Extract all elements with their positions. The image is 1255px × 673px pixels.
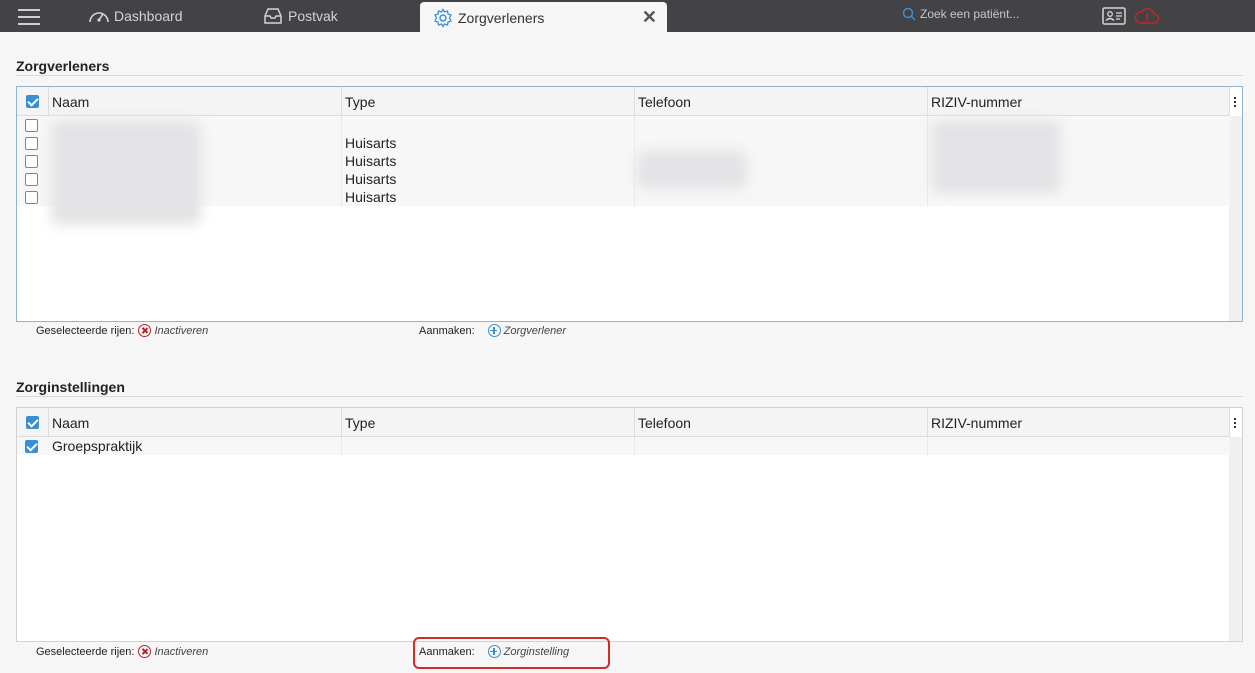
gear-icon [434, 7, 452, 28]
grid-header: Naam Type Telefoon RIZIV-nummer [17, 408, 1230, 437]
row-checkbox[interactable] [25, 190, 38, 204]
tab-dashboard[interactable]: Dashboard [88, 0, 183, 32]
zorginstellingen-footer: Geselecteerde rijen: Inactiveren [36, 645, 208, 658]
column-header-telefoon[interactable]: Telefoon [635, 408, 928, 437]
select-all-cell [17, 87, 49, 116]
column-menu-icon[interactable] [1228, 408, 1242, 437]
row-checkbox[interactable] [25, 118, 38, 132]
row-checkbox[interactable] [25, 136, 38, 150]
table-row[interactable]: Groepspraktijk [17, 437, 1230, 455]
cell-type: Huisarts [342, 170, 635, 188]
hamburger-menu-icon[interactable] [18, 6, 40, 26]
close-icon[interactable]: ✕ [642, 7, 657, 27]
column-header-naam[interactable]: Naam [49, 87, 342, 116]
redacted-phone [637, 151, 747, 189]
column-header-riziv[interactable]: RIZIV-nummer [928, 87, 1230, 116]
cell-telefoon [635, 116, 928, 134]
column-header-type[interactable]: Type [342, 408, 635, 437]
zorgverleners-grid: Naam Type Telefoon RIZIV-nummer Huisarts… [16, 86, 1243, 322]
redacted-riziv [931, 121, 1061, 193]
zorgverleners-create-group: Aanmaken: Zorgverlener [419, 324, 566, 337]
cell-telefoon [635, 437, 928, 455]
redacted-names [51, 121, 201, 225]
deactivate-button[interactable]: Inactiveren [138, 645, 208, 658]
tab-zorgverleners[interactable]: Zorgverleners ✕ [420, 2, 667, 33]
scrollbar[interactable] [1229, 437, 1242, 641]
select-all-checkbox[interactable] [26, 416, 39, 429]
deactivate-button[interactable]: Inactiveren [138, 324, 208, 337]
cell-telefoon [635, 188, 928, 206]
zorginstellingen-grid: Naam Type Telefoon RIZIV-nummer Groepspr… [16, 407, 1243, 642]
tab-label: Postvak [288, 8, 338, 24]
create-zorgverlener-button[interactable]: Zorgverlener [487, 324, 567, 337]
create-action-label: Zorgverlener [503, 324, 567, 337]
section-title-zorgverleners: Zorgverleners [16, 58, 110, 74]
gauge-icon [89, 12, 109, 23]
cell-type: Huisarts [342, 152, 635, 170]
cloud-sync-icon[interactable] [1134, 7, 1160, 25]
row-checkbox[interactable] [25, 154, 38, 168]
selected-rows-label: Geselecteerde rijen: [36, 645, 135, 658]
selected-rows-label: Geselecteerde rijen: [36, 324, 135, 337]
row-checkbox[interactable] [25, 439, 38, 453]
row-checkbox[interactable] [25, 172, 38, 186]
deactivate-label: Inactiveren [154, 324, 209, 337]
inbox-icon [264, 8, 282, 24]
tab-label: Zorgverleners [458, 9, 545, 26]
column-header-naam[interactable]: Naam [49, 408, 342, 437]
cell-type [342, 116, 635, 134]
cell-telefoon [635, 134, 928, 152]
column-header-telefoon[interactable]: Telefoon [635, 87, 928, 116]
divider [16, 396, 1243, 397]
tab-label: Dashboard [114, 8, 183, 24]
cell-naam: Groepspraktijk [49, 437, 342, 455]
search-icon [902, 7, 916, 21]
highlight-annotation [413, 637, 610, 669]
id-card-icon[interactable] [1102, 7, 1126, 25]
add-circle-icon [487, 324, 501, 337]
search-input[interactable]: Zoek een patiënt... [920, 7, 1019, 21]
cell-type: Huisarts [342, 188, 635, 206]
divider [16, 75, 1243, 76]
cell-type [342, 437, 635, 455]
grid-header: Naam Type Telefoon RIZIV-nummer [17, 87, 1230, 116]
tab-postvak[interactable]: Postvak [262, 0, 338, 32]
scrollbar[interactable] [1229, 116, 1242, 321]
remove-circle-icon [138, 645, 152, 658]
top-bar: Dashboard Postvak Zorgverleners ✕ Zoek e… [0, 0, 1255, 33]
column-menu-icon[interactable] [1228, 87, 1242, 116]
patient-search[interactable]: Zoek een patiënt... [902, 7, 1019, 21]
select-all-checkbox[interactable] [26, 95, 39, 108]
cell-type: Huisarts [342, 134, 635, 152]
cell-riziv [928, 437, 1230, 455]
deactivate-label: Inactiveren [154, 645, 209, 658]
create-label: Aanmaken: [419, 324, 475, 337]
zorgverleners-footer: Geselecteerde rijen: Inactiveren [36, 324, 208, 337]
column-header-riziv[interactable]: RIZIV-nummer [928, 408, 1230, 437]
select-all-cell [17, 408, 49, 437]
section-title-zorginstellingen: Zorginstellingen [16, 379, 125, 395]
grid-rows: Groepspraktijk [17, 437, 1230, 455]
column-header-type[interactable]: Type [342, 87, 635, 116]
remove-circle-icon [138, 324, 152, 337]
